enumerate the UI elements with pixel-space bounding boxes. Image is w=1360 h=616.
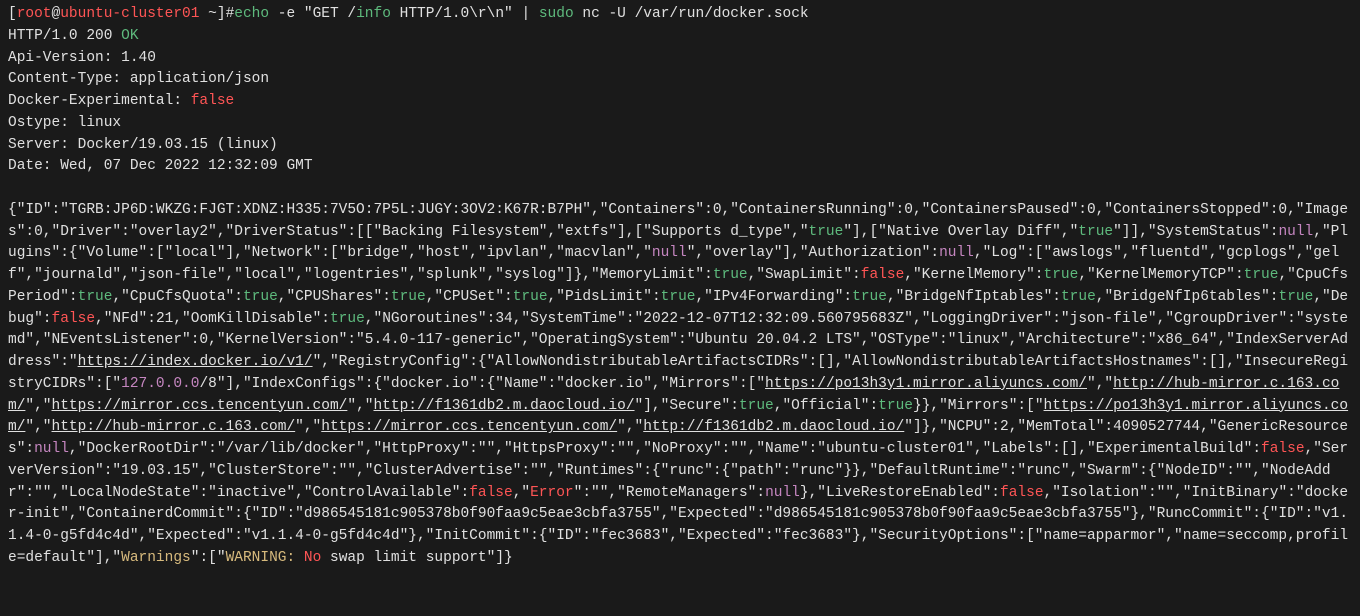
header-content-type: Content-Type: application/json bbox=[8, 71, 269, 87]
json-body: {"ID":"TGRB:JP6D:WKZG:FJGT:XDNZ:H335:7V5… bbox=[8, 202, 1348, 566]
header-date: Date: Wed, 07 Dec 2022 12:32:09 GMT bbox=[8, 158, 313, 174]
header-api-version: Api-Version: 1.40 bbox=[8, 50, 156, 66]
command-line: echo -e "GET /info HTTP/1.0\r\n" | sudo … bbox=[234, 6, 808, 22]
header-ostype: Ostype: linux bbox=[8, 115, 121, 131]
header-server: Server: Docker/19.03.15 (linux) bbox=[8, 137, 278, 153]
prompt: [root@ubuntu-cluster01 ~]# bbox=[8, 6, 234, 22]
terminal-output[interactable]: [root@ubuntu-cluster01 ~]#echo -e "GET /… bbox=[8, 4, 1352, 570]
header-experimental: Docker-Experimental: false bbox=[8, 93, 234, 109]
http-status: HTTP/1.0 200 OK bbox=[8, 28, 139, 44]
